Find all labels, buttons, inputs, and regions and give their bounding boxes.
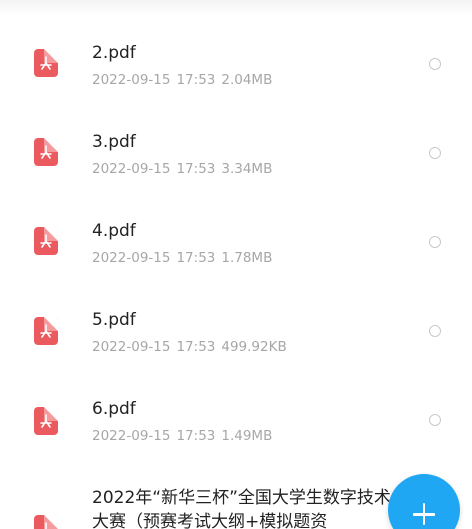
list-item[interactable]: 6.pdf 2022-09-15 17:53 1.49MB <box>0 378 472 464</box>
top-divider <box>0 0 472 16</box>
list-item[interactable]: 4.pdf 2022-09-15 17:53 1.78MB <box>0 200 472 286</box>
select-radio[interactable] <box>429 325 441 337</box>
file-name: 4.pdf <box>92 221 136 241</box>
file-manager-screen: 2.pdf 2022-09-15 17:53 2.04MB 3.pdf 2022-0… <box>0 0 472 529</box>
file-time: 17:53 <box>176 428 216 444</box>
file-meta: 2022-09-15 17:53 499.92KB <box>92 339 287 355</box>
pdf-icon <box>34 138 58 166</box>
file-meta: 2022-09-15 17:53 1.78MB <box>92 250 272 266</box>
file-date: 2022-09-15 <box>92 428 171 444</box>
select-radio[interactable] <box>429 414 441 426</box>
file-date: 2022-09-15 <box>92 250 171 266</box>
file-date: 2022-09-15 <box>92 339 171 355</box>
pdf-icon <box>34 317 58 345</box>
pdf-icon <box>34 227 58 255</box>
file-name: 2.pdf <box>92 43 136 63</box>
add-button[interactable] <box>388 474 460 529</box>
file-size: 1.49MB <box>221 428 273 444</box>
pdf-icon <box>34 515 58 529</box>
pdf-icon <box>34 407 58 435</box>
file-name: 5.pdf <box>92 310 136 330</box>
file-name[interactable]: 2022年“新华三杯”全国大学生数字技术大赛（预赛考试大纲+模拟题资 <box>92 486 392 529</box>
pdf-icon <box>34 49 58 77</box>
select-radio[interactable] <box>429 236 441 248</box>
file-time: 17:53 <box>176 72 216 88</box>
list-item[interactable]: 2.pdf 2022-09-15 17:53 2.04MB <box>0 22 472 108</box>
file-size: 1.78MB <box>221 250 273 266</box>
file-name: 6.pdf <box>92 399 136 419</box>
file-meta: 2022-09-15 17:53 3.34MB <box>92 161 272 177</box>
file-size: 2.04MB <box>221 72 273 88</box>
select-radio[interactable] <box>429 58 441 70</box>
file-date: 2022-09-15 <box>92 72 171 88</box>
file-time: 17:53 <box>176 339 216 355</box>
list-item[interactable]: 3.pdf 2022-09-15 17:53 3.34MB <box>0 111 472 197</box>
file-time: 17:53 <box>176 250 216 266</box>
file-name: 3.pdf <box>92 132 136 152</box>
file-size: 499.92KB <box>221 339 287 355</box>
file-date: 2022-09-15 <box>92 161 171 177</box>
file-meta: 2022-09-15 17:53 2.04MB <box>92 72 272 88</box>
file-time: 17:53 <box>176 161 216 177</box>
select-radio[interactable] <box>429 147 441 159</box>
file-meta: 2022-09-15 17:53 1.49MB <box>92 428 272 444</box>
file-size: 3.34MB <box>221 161 273 177</box>
list-item[interactable]: 5.pdf 2022-09-15 17:53 499.92KB <box>0 289 472 375</box>
